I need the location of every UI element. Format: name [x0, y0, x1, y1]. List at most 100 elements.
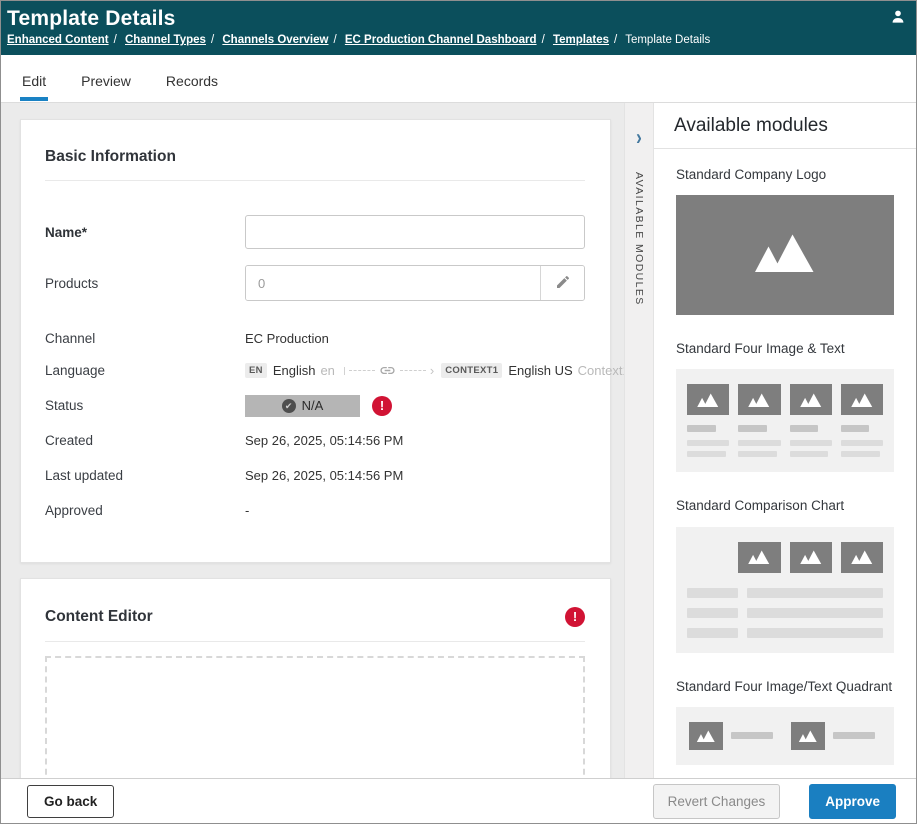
status-row: Status ✔ N/A !: [45, 388, 585, 423]
tab-bar: Edit Preview Records: [1, 55, 916, 103]
approve-button[interactable]: Approve: [809, 783, 896, 819]
name-input[interactable]: [245, 215, 585, 249]
pencil-icon: [555, 274, 571, 293]
module-name: Standard Four Image & Text: [676, 341, 845, 357]
image-placeholder-icon: [789, 384, 832, 416]
user-icon[interactable]: [888, 6, 908, 26]
tab-preview[interactable]: Preview: [79, 61, 133, 102]
approved-value: -: [245, 503, 250, 518]
name-row: Name*: [45, 215, 585, 249]
created-value: Sep 26, 2025, 05:14:56 PM: [245, 433, 404, 448]
module-standard-four-image-text[interactable]: Standard Four Image & Text: [676, 340, 894, 473]
module-preview: [676, 706, 894, 765]
module-name: Standard Comparison Chart: [676, 498, 845, 514]
language-link-connector: ›: [343, 362, 434, 379]
channel-label: Channel: [45, 330, 96, 346]
basic-information-card: Basic Information Name* Products 0 Chann…: [20, 119, 624, 563]
available-modules-panel: Available modules Standard Company Logo …: [654, 103, 916, 778]
module-standard-company-logo[interactable]: Standard Company Logo: [676, 166, 894, 316]
revert-changes-button[interactable]: Revert Changes: [652, 783, 781, 819]
products-label: Products: [45, 275, 99, 291]
language-mapping: EN English en › CONTEXT1 English US Cont…: [245, 362, 624, 379]
template-details-page: Template Details Enhanced Content / Chann…: [0, 0, 917, 824]
status-error-icon: !: [372, 395, 392, 416]
content-editor-title: Content Editor: [45, 608, 153, 625]
channel-row: Channel EC Production: [45, 323, 585, 353]
name-label: Name*: [45, 224, 88, 240]
breadcrumb-link-templates[interactable]: Templates: [553, 34, 609, 46]
status-badge: ✔ N/A: [245, 394, 360, 417]
available-modules-header: Available modules: [654, 103, 916, 149]
approved-label: Approved: [45, 503, 103, 518]
modules-collapse-strip: › AVAILABLE MODULES: [624, 103, 654, 778]
products-edit-button[interactable]: [540, 266, 584, 300]
last-updated-value: Sep 26, 2025, 05:14:56 PM: [245, 468, 404, 483]
module-name: Standard Four Image/Text Quadrant: [676, 678, 893, 694]
breadcrumb-separator: /: [333, 34, 337, 46]
go-back-button[interactable]: Go back: [27, 784, 115, 818]
source-language-code-badge: EN: [245, 363, 267, 378]
app-header: Template Details Enhanced Content / Chann…: [1, 1, 916, 55]
image-placeholder-icon: [738, 384, 781, 416]
module-standard-comparison-chart[interactable]: Standard Comparison Chart: [676, 497, 894, 653]
status-label: Status: [45, 398, 84, 413]
page-title: Template Details: [7, 7, 176, 30]
approved-row: Approved -: [45, 493, 585, 528]
tab-records[interactable]: Records: [164, 61, 220, 102]
target-context-code-badge: CONTEXT1: [441, 363, 503, 378]
breadcrumb-separator: /: [113, 34, 117, 46]
available-modules-title: Available modules: [674, 115, 828, 136]
available-modules-list: Standard Company Logo Standard Four Imag…: [654, 149, 916, 778]
products-input-group: [245, 265, 585, 301]
breadcrumb-link-enhanced-content[interactable]: Enhanced Content: [7, 34, 109, 46]
breadcrumb-separator: /: [210, 34, 215, 46]
module-preview: [676, 369, 894, 473]
products-input[interactable]: [246, 266, 540, 300]
tab-edit[interactable]: Edit: [20, 61, 49, 102]
check-circle-icon: ✔: [281, 398, 296, 413]
content-editor-error-icon: !: [565, 607, 585, 627]
image-placeholder-icon: [689, 721, 723, 750]
products-row: Products: [45, 265, 585, 301]
module-preview: [676, 195, 894, 316]
language-label: Language: [45, 363, 106, 378]
language-row: Language EN English en › CONTEXT1 Englis…: [45, 353, 624, 388]
image-placeholder-icon: [790, 721, 825, 750]
image-placeholder-icon: [749, 233, 821, 277]
channel-value: EC Production: [245, 330, 329, 346]
divider: [45, 180, 585, 181]
divider: [45, 641, 585, 642]
source-language-name: English: [272, 363, 316, 378]
image-placeholder-icon: [789, 541, 832, 573]
module-preview: [676, 526, 894, 653]
status-value: N/A: [301, 398, 324, 413]
breadcrumb-current: Template Details: [625, 34, 711, 46]
page-body: Basic Information Name* Products 0 Chann…: [1, 103, 916, 778]
image-placeholder-icon: [738, 541, 781, 573]
breadcrumb-separator: /: [541, 34, 545, 46]
main-content: Basic Information Name* Products 0 Chann…: [1, 103, 624, 778]
breadcrumb-link-channels-overview[interactable]: Channels Overview: [222, 34, 328, 46]
breadcrumb-link-ec-production-channel-dashboard[interactable]: EC Production Channel Dashboard: [345, 34, 537, 46]
last-updated-label: Last updated: [45, 468, 124, 483]
available-modules-vertical-label: AVAILABLE MODULES: [633, 172, 645, 306]
source-language-locale: en: [320, 363, 335, 378]
target-context-name: Context1: [577, 363, 624, 378]
image-placeholder-icon: [687, 384, 730, 416]
module-name: Standard Company Logo: [676, 167, 827, 182]
footer-action-bar: Go back Revert Changes Approve: [1, 778, 916, 823]
image-placeholder-icon: [840, 384, 883, 416]
image-placeholder-icon: [840, 541, 883, 573]
content-editor-card: Content Editor !: [20, 578, 611, 778]
created-label: Created: [45, 433, 94, 448]
content-editor-dropzone[interactable]: [45, 656, 585, 778]
module-standard-four-image-text-quadrant[interactable]: Standard Four Image/Text Quadrant: [676, 678, 894, 765]
target-language-name: English US: [508, 363, 573, 378]
last-updated-row: Last updated Sep 26, 2025, 05:14:56 PM: [45, 458, 585, 493]
basic-information-title: Basic Information: [45, 148, 176, 165]
collapse-panel-chevron-icon[interactable]: ›: [636, 126, 642, 148]
link-icon: [379, 362, 396, 379]
breadcrumb-link-channel-types[interactable]: Channel Types: [125, 34, 206, 46]
breadcrumb-separator: /: [614, 34, 618, 46]
breadcrumb: Enhanced Content / Channel Types / Channel…: [7, 34, 906, 46]
